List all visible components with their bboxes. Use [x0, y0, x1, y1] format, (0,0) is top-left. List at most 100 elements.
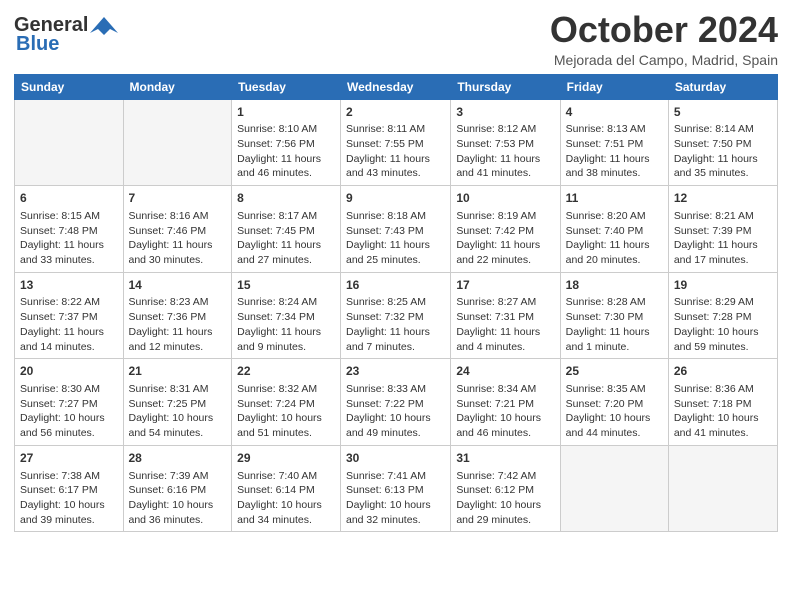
day-number: 24	[456, 363, 554, 380]
calendar-day-cell: 3Sunrise: 8:12 AM Sunset: 7:53 PM Daylig…	[451, 99, 560, 186]
calendar-day-cell: 6Sunrise: 8:15 AM Sunset: 7:48 PM Daylig…	[15, 186, 124, 273]
day-number: 6	[20, 190, 118, 207]
calendar-day-cell: 27 Sunrise: 7:38 AM Sunset: 6:17 PM Dayli…	[15, 445, 124, 532]
calendar-day-cell: 7 Sunrise: 8:16 AM Sunset: 7:46 PM Daylig…	[123, 186, 232, 273]
day-number: 8	[237, 190, 335, 207]
day-of-week-header: Monday	[123, 74, 232, 99]
day-info: Sunrise: 8:32 AM Sunset: 7:24 PM Dayligh…	[237, 382, 335, 441]
calendar-day-cell: 18Sunrise: 8:28 AM Sunset: 7:30 PM Dayli…	[560, 272, 668, 359]
day-number: 25	[566, 363, 663, 380]
day-info: Sunrise: 8:30 AM Sunset: 7:27 PM Dayligh…	[20, 382, 118, 441]
day-info: Sunrise: 8:24 AM Sunset: 7:34 PM Dayligh…	[237, 295, 335, 354]
location: Mejorada del Campo, Madrid, Spain	[550, 52, 778, 68]
day-info: Sunrise: 8:35 AM Sunset: 7:20 PM Dayligh…	[566, 382, 663, 441]
day-number: 1	[237, 104, 335, 121]
calendar-day-cell: 24 Sunrise: 8:34 AM Sunset: 7:21 PM Dayli…	[451, 359, 560, 446]
day-number: 9	[346, 190, 445, 207]
calendar-day-cell: 5Sunrise: 8:14 AM Sunset: 7:50 PM Daylig…	[668, 99, 777, 186]
day-number: 18	[566, 277, 663, 294]
day-info: Sunrise: 8:18 AM Sunset: 7:43 PM Dayligh…	[346, 209, 445, 268]
calendar-week-row: 13Sunrise: 8:22 AM Sunset: 7:37 PM Dayli…	[15, 272, 778, 359]
day-number: 2	[346, 104, 445, 121]
calendar-day-cell	[668, 445, 777, 532]
calendar-week-row: 20 Sunrise: 8:30 AM Sunset: 7:27 PM Dayli…	[15, 359, 778, 446]
day-info: Sunrise: 8:23 AM Sunset: 7:36 PM Dayligh…	[129, 295, 227, 354]
logo-bird-icon	[90, 15, 118, 37]
calendar-day-cell: 22 Sunrise: 8:32 AM Sunset: 7:24 PM Dayli…	[232, 359, 341, 446]
day-number: 28	[129, 450, 227, 467]
day-number: 27	[20, 450, 118, 467]
day-number: 14	[129, 277, 227, 294]
calendar-day-cell: 16Sunrise: 8:25 AM Sunset: 7:32 PM Dayli…	[341, 272, 451, 359]
calendar-day-cell: 19Sunrise: 8:29 AM Sunset: 7:28 PM Dayli…	[668, 272, 777, 359]
page-container: General Blue October 2024 Mejorada del C…	[0, 0, 792, 542]
calendar-day-cell: 25 Sunrise: 8:35 AM Sunset: 7:20 PM Dayli…	[560, 359, 668, 446]
calendar-day-cell: 23 Sunrise: 8:33 AM Sunset: 7:22 PM Dayli…	[341, 359, 451, 446]
day-info: Sunrise: 8:17 AM Sunset: 7:45 PM Dayligh…	[237, 209, 335, 268]
day-info: Sunrise: 8:34 AM Sunset: 7:21 PM Dayligh…	[456, 382, 554, 441]
day-info: Sunrise: 8:19 AM Sunset: 7:42 PM Dayligh…	[456, 209, 554, 268]
day-number: 23	[346, 363, 445, 380]
calendar-day-cell: 26 Sunrise: 8:36 AM Sunset: 7:18 PM Dayli…	[668, 359, 777, 446]
day-of-week-header: Thursday	[451, 74, 560, 99]
calendar-day-cell: 14Sunrise: 8:23 AM Sunset: 7:36 PM Dayli…	[123, 272, 232, 359]
day-of-week-header: Wednesday	[341, 74, 451, 99]
day-info: Sunrise: 8:10 AM Sunset: 7:56 PM Dayligh…	[237, 122, 335, 181]
month-title: October 2024	[550, 10, 778, 50]
calendar-table: SundayMondayTuesdayWednesdayThursdayFrid…	[14, 74, 778, 533]
day-info: Sunrise: 8:27 AM Sunset: 7:31 PM Dayligh…	[456, 295, 554, 354]
calendar-day-cell: 2Sunrise: 8:11 AM Sunset: 7:55 PM Daylig…	[341, 99, 451, 186]
calendar-day-cell: 28 Sunrise: 7:39 AM Sunset: 6:16 PM Dayli…	[123, 445, 232, 532]
day-info: Sunrise: 8:13 AM Sunset: 7:51 PM Dayligh…	[566, 122, 663, 181]
calendar-day-cell: 30Sunrise: 7:41 AM Sunset: 6:13 PM Dayli…	[341, 445, 451, 532]
calendar-day-cell: 9 Sunrise: 8:18 AM Sunset: 7:43 PM Daylig…	[341, 186, 451, 273]
day-info: Sunrise: 8:12 AM Sunset: 7:53 PM Dayligh…	[456, 122, 554, 181]
day-number: 26	[674, 363, 772, 380]
title-area: October 2024 Mejorada del Campo, Madrid,…	[550, 10, 778, 68]
day-of-week-header: Tuesday	[232, 74, 341, 99]
calendar-day-cell: 1Sunrise: 8:10 AM Sunset: 7:56 PM Daylig…	[232, 99, 341, 186]
day-info: Sunrise: 7:39 AM Sunset: 6:16 PM Dayligh…	[129, 469, 227, 528]
calendar-day-cell: 11 Sunrise: 8:20 AM Sunset: 7:40 PM Dayli…	[560, 186, 668, 273]
day-of-week-header: Sunday	[15, 74, 124, 99]
day-number: 13	[20, 277, 118, 294]
day-number: 17	[456, 277, 554, 294]
calendar-header-row: SundayMondayTuesdayWednesdayThursdayFrid…	[15, 74, 778, 99]
day-number: 7	[129, 190, 227, 207]
logo-blue: Blue	[16, 33, 59, 56]
day-info: Sunrise: 7:42 AM Sunset: 6:12 PM Dayligh…	[456, 469, 554, 528]
day-number: 22	[237, 363, 335, 380]
calendar-day-cell: 29 Sunrise: 7:40 AM Sunset: 6:14 PM Dayli…	[232, 445, 341, 532]
day-number: 20	[20, 363, 118, 380]
day-info: Sunrise: 7:40 AM Sunset: 6:14 PM Dayligh…	[237, 469, 335, 528]
day-info: Sunrise: 7:41 AM Sunset: 6:13 PM Dayligh…	[346, 469, 445, 528]
day-info: Sunrise: 7:38 AM Sunset: 6:17 PM Dayligh…	[20, 469, 118, 528]
day-number: 29	[237, 450, 335, 467]
day-number: 10	[456, 190, 554, 207]
day-number: 11	[566, 190, 663, 207]
day-number: 4	[566, 104, 663, 121]
calendar-day-cell: 17Sunrise: 8:27 AM Sunset: 7:31 PM Dayli…	[451, 272, 560, 359]
day-info: Sunrise: 8:31 AM Sunset: 7:25 PM Dayligh…	[129, 382, 227, 441]
day-number: 12	[674, 190, 772, 207]
calendar-day-cell	[123, 99, 232, 186]
day-info: Sunrise: 8:33 AM Sunset: 7:22 PM Dayligh…	[346, 382, 445, 441]
day-of-week-header: Saturday	[668, 74, 777, 99]
calendar-week-row: 6Sunrise: 8:15 AM Sunset: 7:48 PM Daylig…	[15, 186, 778, 273]
day-info: Sunrise: 8:22 AM Sunset: 7:37 PM Dayligh…	[20, 295, 118, 354]
day-info: Sunrise: 8:16 AM Sunset: 7:46 PM Dayligh…	[129, 209, 227, 268]
calendar-day-cell: 15Sunrise: 8:24 AM Sunset: 7:34 PM Dayli…	[232, 272, 341, 359]
day-number: 21	[129, 363, 227, 380]
calendar-day-cell: 8 Sunrise: 8:17 AM Sunset: 7:45 PM Daylig…	[232, 186, 341, 273]
day-number: 3	[456, 104, 554, 121]
day-info: Sunrise: 8:20 AM Sunset: 7:40 PM Dayligh…	[566, 209, 663, 268]
calendar-week-row: 1Sunrise: 8:10 AM Sunset: 7:56 PM Daylig…	[15, 99, 778, 186]
day-of-week-header: Friday	[560, 74, 668, 99]
day-info: Sunrise: 8:36 AM Sunset: 7:18 PM Dayligh…	[674, 382, 772, 441]
day-info: Sunrise: 8:21 AM Sunset: 7:39 PM Dayligh…	[674, 209, 772, 268]
calendar-day-cell: 20 Sunrise: 8:30 AM Sunset: 7:27 PM Dayli…	[15, 359, 124, 446]
calendar-day-cell: 10 Sunrise: 8:19 AM Sunset: 7:42 PM Dayli…	[451, 186, 560, 273]
calendar-day-cell: 31Sunrise: 7:42 AM Sunset: 6:12 PM Dayli…	[451, 445, 560, 532]
calendar-day-cell: 4Sunrise: 8:13 AM Sunset: 7:51 PM Daylig…	[560, 99, 668, 186]
day-info: Sunrise: 8:25 AM Sunset: 7:32 PM Dayligh…	[346, 295, 445, 354]
